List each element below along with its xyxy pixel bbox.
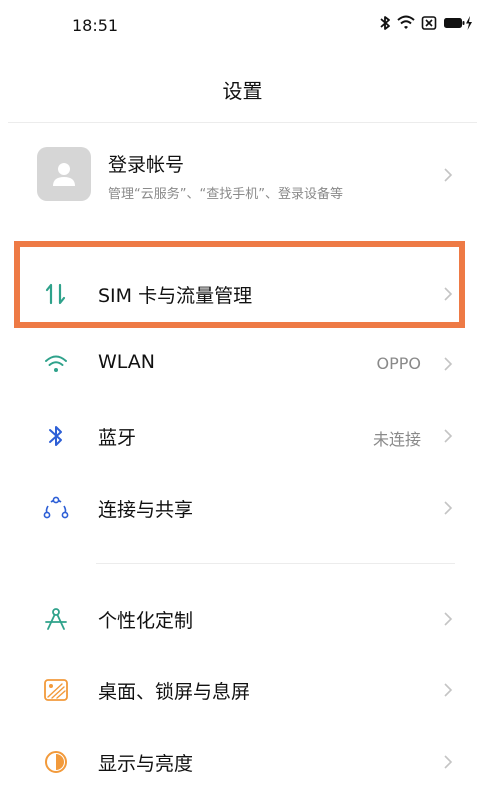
bluetooth-value: 未连接 — [372, 430, 421, 449]
chevron-right-icon — [444, 755, 453, 769]
account-title: 登录帐号 — [108, 154, 185, 176]
share-icon — [42, 494, 70, 522]
compass-icon — [42, 605, 70, 633]
connection-sharing-label: 连接与共享 — [98, 499, 194, 521]
wlan-label: WLAN — [98, 351, 156, 373]
wallpaper-icon — [42, 676, 70, 704]
bluetooth-icon — [42, 422, 70, 450]
status-icons — [379, 14, 473, 32]
battery-icon — [443, 14, 473, 32]
personalization-row[interactable]: 个性化定制 — [0, 589, 485, 649]
wlan-row[interactable]: WLAN OPPO — [0, 334, 485, 394]
account-row[interactable]: 登录帐号 管理“云服务”、“查找手机”、登录设备等 — [0, 130, 485, 220]
section-divider — [96, 563, 455, 564]
chevron-right-icon — [444, 683, 453, 697]
chevron-right-icon — [444, 612, 453, 626]
wifi-status-icon — [397, 14, 415, 32]
chevron-right-icon — [444, 357, 453, 371]
brightness-icon — [42, 748, 70, 776]
account-subtitle: 管理“云服务”、“查找手机”、登录设备等 — [108, 187, 343, 202]
wlan-value: OPPO — [376, 354, 421, 373]
bluetooth-row[interactable]: 蓝牙 未连接 — [0, 406, 485, 466]
wifi-icon — [42, 350, 70, 378]
chevron-right-icon — [444, 429, 453, 443]
avatar — [37, 147, 91, 201]
chevron-right-icon — [444, 168, 453, 182]
no-sim-icon — [421, 14, 437, 32]
bluetooth-label: 蓝牙 — [98, 427, 137, 449]
personalization-label: 个性化定制 — [98, 610, 194, 632]
status-time: 18:51 — [72, 16, 119, 35]
display-brightness-label: 显示与亮度 — [98, 753, 194, 775]
person-icon — [53, 163, 75, 186]
chevron-right-icon — [444, 501, 453, 515]
connection-sharing-row[interactable]: 连接与共享 — [0, 478, 485, 538]
status-bar: 18:51 — [0, 0, 485, 50]
display-brightness-row[interactable]: 显示与亮度 — [0, 732, 485, 792]
wallpaper-lockscreen-label: 桌面、锁屏与息屏 — [98, 681, 251, 703]
header-divider — [8, 122, 477, 123]
bluetooth-status-icon — [379, 14, 391, 32]
highlight-box — [14, 241, 465, 328]
wallpaper-lockscreen-row[interactable]: 桌面、锁屏与息屏 — [0, 660, 485, 720]
page-title: 设置 — [222, 79, 263, 103]
